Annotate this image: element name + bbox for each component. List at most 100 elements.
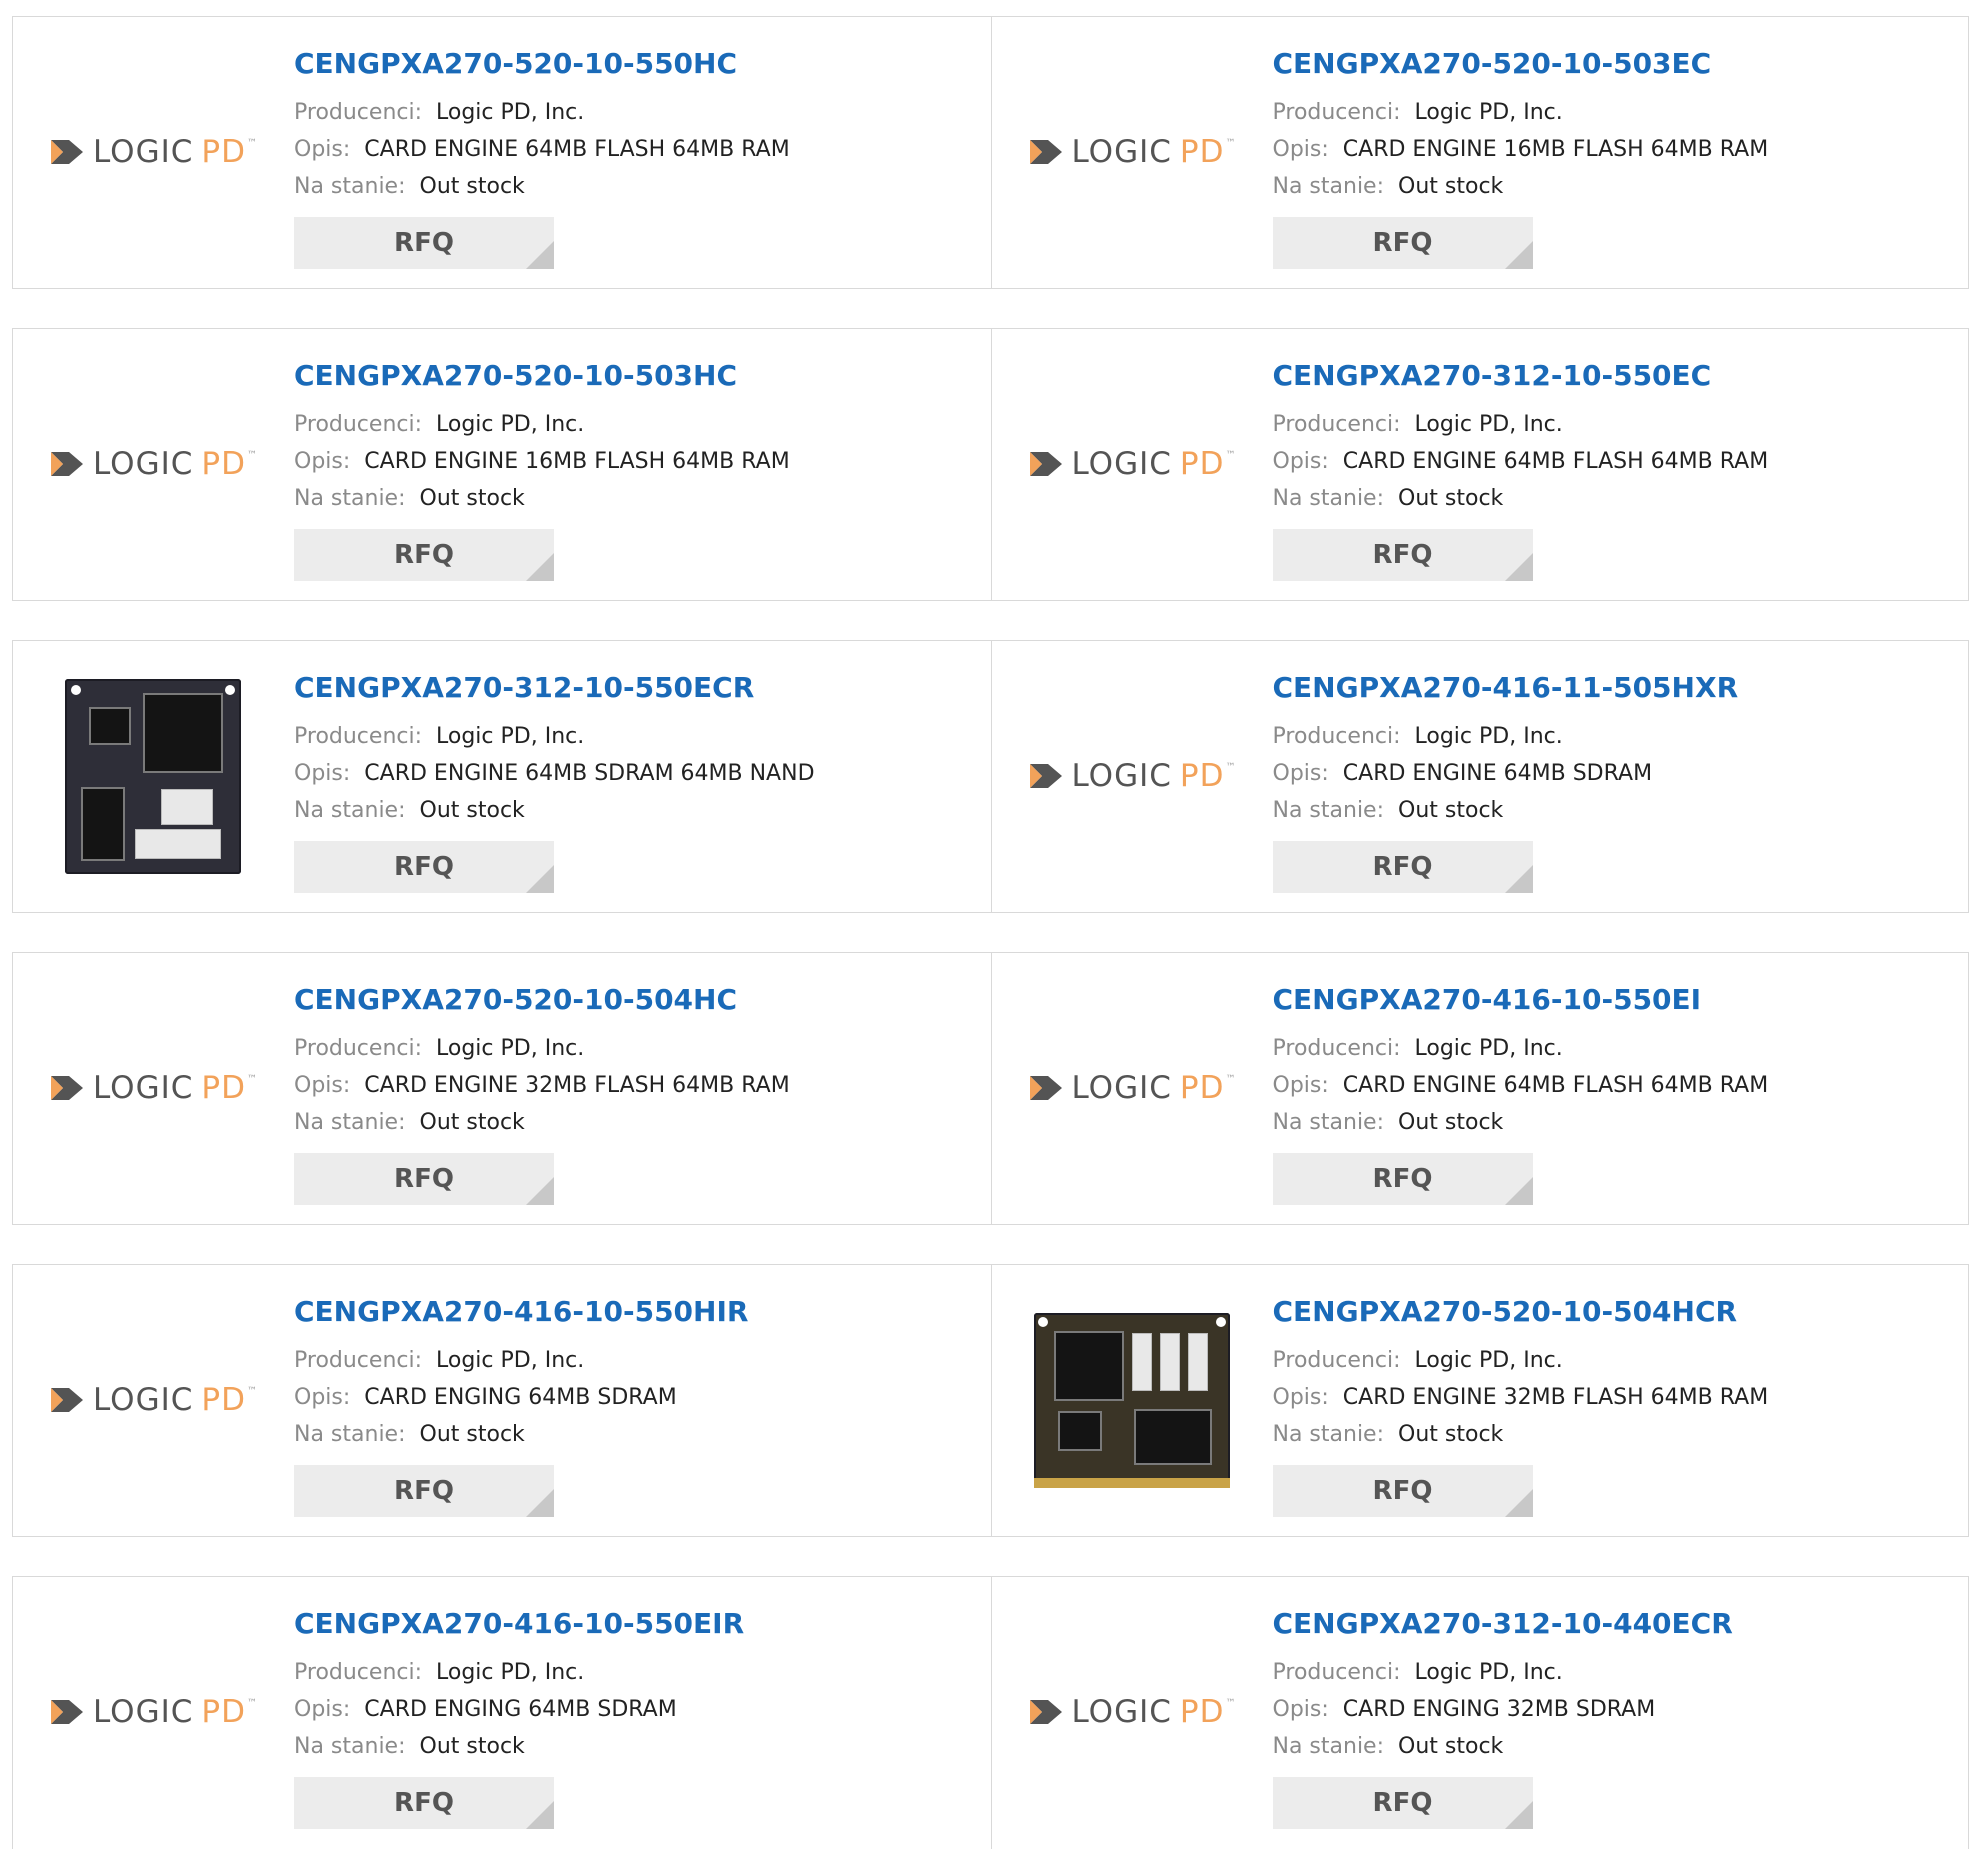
description-value: CARD ENGINE 64MB SDRAM [1342, 761, 1653, 786]
product-image[interactable]: LOGIC PD ™ [51, 1612, 257, 1812]
product-card: LOGIC PD ™ CENGPXA270-520-10-504HC Produ… [13, 953, 991, 1224]
description-label: Opis: [1272, 1073, 1329, 1098]
manufacturer-label: Producenci: [294, 1660, 423, 1685]
rfq-button[interactable]: RFQ [294, 1153, 554, 1205]
stock-row: Na stanie: Out stock [1273, 1728, 1733, 1765]
logic-pd-logo: LOGIC PD ™ [49, 1070, 257, 1106]
manufacturer-row: Producenci: Logic PD, Inc. [294, 94, 790, 131]
manufacturer-row: Producenci: Logic PD, Inc. [294, 1030, 790, 1067]
description-row: Opis: CARD ENGINE 16MB FLASH 64MB RAM [294, 443, 790, 480]
product-info: CENGPXA270-520-10-503HC Producenci: Logic… [294, 359, 790, 517]
product-info: CENGPXA270-520-10-503EC Producenci: Logic… [1273, 47, 1769, 205]
rfq-label: RFQ [394, 228, 454, 258]
stock-label: Na stanie: [1272, 1422, 1385, 1447]
product-image[interactable]: LOGIC PD ™ [1029, 1612, 1235, 1812]
manufacturer-label: Producenci: [294, 412, 423, 437]
description-value: CARD ENGING 64MB SDRAM [364, 1697, 677, 1722]
logic-pd-logo: LOGIC PD ™ [1028, 1694, 1235, 1730]
manufacturer-label: Producenci: [1272, 100, 1401, 125]
manufacturer-value: Logic PD, Inc. [436, 1036, 585, 1061]
rfq-button[interactable]: RFQ [1272, 529, 1533, 581]
rfq-button[interactable]: RFQ [1272, 1777, 1533, 1829]
circuit-board-image [65, 678, 241, 874]
rfq-button[interactable]: RFQ [1272, 1465, 1533, 1517]
mount-hole [225, 684, 235, 695]
stock-row: Na stanie: Out stock [294, 480, 790, 517]
product-image[interactable] [53, 676, 253, 876]
product-card: CENGPXA270-520-10-504HCR Producenci: Logi… [990, 1265, 1969, 1536]
product-grid: LOGIC PD ™ CENGPXA270-520-10-550HC Produ… [0, 0, 1972, 1849]
description-row: Opis: CARD ENGINE 64MB FLASH 64MB RAM [294, 131, 790, 168]
product-card: LOGIC PD ™ CENGPXA270-416-10-550HIR Prod… [13, 1265, 991, 1536]
rfq-button[interactable]: RFQ [294, 841, 554, 893]
product-info: CENGPXA270-312-10-550ECR Producenci: Logi… [294, 671, 815, 829]
rfq-button[interactable]: RFQ [294, 529, 554, 581]
product-title-link[interactable]: CENGPXA270-416-11-505HXR [1273, 671, 1739, 704]
product-title-link[interactable]: CENGPXA270-416-10-550EI [1273, 983, 1769, 1016]
description-row: Opis: CARD ENGINE 64MB SDRAM [1273, 755, 1739, 792]
description-label: Opis: [294, 761, 351, 786]
product-info: CENGPXA270-520-10-504HC Producenci: Logic… [294, 983, 790, 1141]
stock-label: Na stanie: [1272, 174, 1385, 199]
logo-word-logic: LOGIC [93, 134, 194, 170]
rfq-label: RFQ [394, 852, 454, 882]
stock-value: Out stock [419, 1110, 525, 1135]
product-image[interactable]: LOGIC PD ™ [51, 52, 257, 252]
product-title-link[interactable]: CENGPXA270-520-10-550HC [294, 47, 790, 80]
rfq-button[interactable]: RFQ [1272, 217, 1533, 269]
stock-value: Out stock [1398, 486, 1504, 511]
stock-value: Out stock [1398, 798, 1504, 823]
manufacturer-label: Producenci: [1272, 412, 1401, 437]
logo-word-pd: PD [201, 134, 246, 170]
product-image[interactable]: LOGIC PD ™ [1029, 988, 1235, 1188]
rfq-button[interactable]: RFQ [294, 1465, 554, 1517]
description-row: Opis: CARD ENGING 64MB SDRAM [294, 1379, 748, 1416]
product-image[interactable]: LOGIC PD ™ [1029, 52, 1235, 252]
processor-chip [143, 692, 223, 773]
product-image[interactable]: LOGIC PD ™ [51, 364, 257, 564]
rfq-label: RFQ [1372, 1476, 1433, 1506]
description-label: Opis: [294, 1073, 351, 1098]
manufacturer-label: Producenci: [1272, 1348, 1401, 1373]
stock-value: Out stock [1398, 1422, 1504, 1447]
product-title-link[interactable]: CENGPXA270-312-10-440ECR [1273, 1607, 1733, 1640]
product-image[interactable]: LOGIC PD ™ [51, 1300, 257, 1500]
rfq-button[interactable]: RFQ [1272, 1153, 1533, 1205]
product-image[interactable]: LOGIC PD ™ [1029, 364, 1235, 564]
product-card: LOGIC PD ™ CENGPXA270-520-10-550HC Produ… [13, 17, 991, 288]
product-title-link[interactable]: CENGPXA270-416-10-550HIR [294, 1295, 748, 1328]
rfq-label: RFQ [1372, 1788, 1433, 1818]
circuit-board-image [1033, 1312, 1230, 1488]
stock-row: Na stanie: Out stock [1273, 480, 1769, 517]
product-image[interactable]: LOGIC PD ™ [51, 988, 257, 1188]
description-value: CARD ENGINE 16MB FLASH 64MB RAM [364, 449, 790, 474]
product-image[interactable]: LOGIC PD ™ [1029, 676, 1235, 876]
product-info: CENGPXA270-416-10-550HIR Producenci: Logi… [294, 1295, 748, 1453]
product-title-link[interactable]: CENGPXA270-520-10-504HCR [1273, 1295, 1769, 1328]
product-info: CENGPXA270-416-10-550EI Producenci: Logic… [1273, 983, 1769, 1141]
logic-pd-logo: LOGIC PD ™ [49, 134, 257, 170]
stock-label: Na stanie: [1272, 1734, 1385, 1759]
rfq-label: RFQ [1372, 228, 1433, 258]
product-title-link[interactable]: CENGPXA270-520-10-503HC [294, 359, 790, 392]
description-value: CARD ENGINE 64MB FLASH 64MB RAM [1342, 1073, 1769, 1098]
product-title-link[interactable]: CENGPXA270-520-10-503EC [1273, 47, 1769, 80]
rfq-button[interactable]: RFQ [294, 1777, 554, 1829]
rfq-label: RFQ [1372, 852, 1433, 882]
logo-word-pd: PD [1179, 1694, 1225, 1730]
product-title-link[interactable]: CENGPXA270-416-10-550EIR [294, 1607, 744, 1640]
rfq-corner-decoration [526, 1489, 554, 1517]
product-title-link[interactable]: CENGPXA270-520-10-504HC [294, 983, 790, 1016]
product-image[interactable] [1032, 1300, 1232, 1500]
manufacturer-label: Producenci: [1272, 1036, 1401, 1061]
rfq-button[interactable]: RFQ [294, 217, 554, 269]
logo-word-pd: PD [1179, 758, 1225, 794]
serial-label [1187, 1332, 1208, 1391]
rfq-button[interactable]: RFQ [1272, 841, 1533, 893]
product-row: LOGIC PD ™ CENGPXA270-520-10-504HC Produ… [12, 952, 1969, 1225]
play-arrow-icon [1029, 140, 1062, 164]
product-title-link[interactable]: CENGPXA270-312-10-550ECR [294, 671, 815, 704]
product-title-link[interactable]: CENGPXA270-312-10-550EC [1273, 359, 1769, 392]
rfq-label: RFQ [394, 1476, 454, 1506]
logo-word-logic: LOGIC [93, 1694, 194, 1730]
